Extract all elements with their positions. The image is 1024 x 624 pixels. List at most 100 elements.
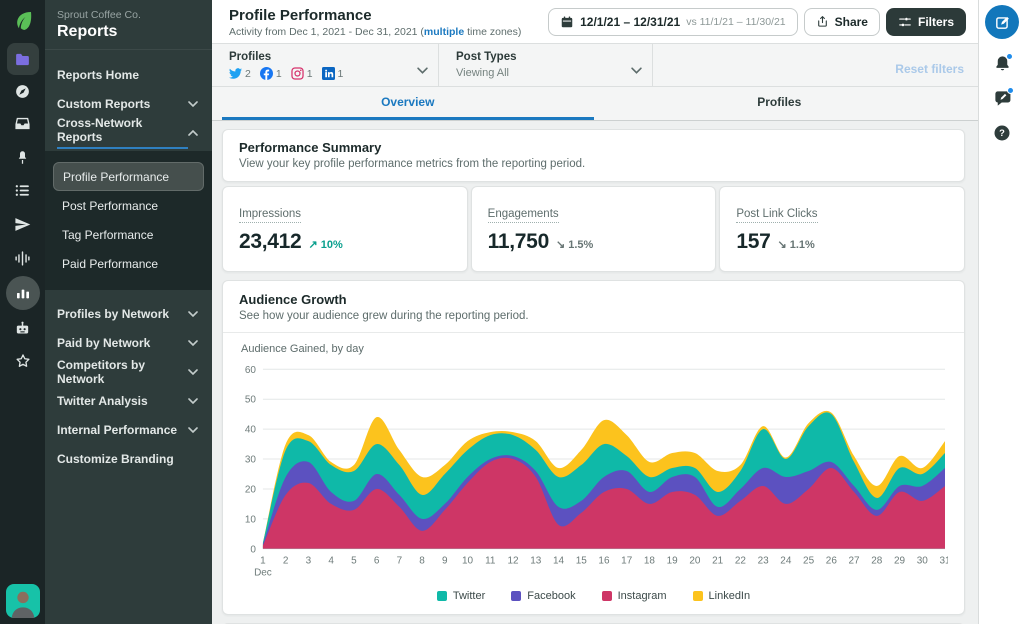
date-range-button[interactable]: 12/1/21 – 12/31/21 vs 11/1/21 – 11/30/21: [548, 7, 798, 36]
listening-waveform-icon[interactable]: [0, 243, 45, 273]
filters-button[interactable]: Filters: [885, 7, 966, 36]
sidebar-item-twitter-analysis[interactable]: Twitter Analysis: [45, 386, 212, 415]
svg-text:8: 8: [419, 556, 425, 567]
chart-legend: Twitter Facebook Instagram LinkedIn: [239, 590, 948, 602]
performance-summary-card: Performance Summary View your key profil…: [222, 129, 965, 182]
chevron-down-icon[interactable]: [631, 61, 642, 79]
svg-text:13: 13: [530, 556, 542, 567]
sidebar-item-paid-by-network[interactable]: Paid by Network: [45, 328, 212, 357]
metric-value: 157: [736, 230, 771, 253]
profiles-filter-dropdown[interactable]: Profiles 2 1 1 1: [212, 44, 439, 86]
audience-growth-title: Audience Growth: [239, 292, 347, 307]
help-question-icon[interactable]: ?: [979, 124, 1024, 142]
submenu-item-paid-performance[interactable]: Paid Performance: [53, 249, 204, 278]
svg-text:10: 10: [462, 556, 474, 567]
submenu-item-label: Profile Performance: [63, 169, 170, 184]
sidebar-item-reports-home[interactable]: Reports Home: [45, 60, 212, 89]
metric-change: ↘ 1.5%: [555, 239, 594, 251]
legend-item-instagram[interactable]: Instagram: [601, 590, 667, 602]
svg-text:2: 2: [283, 556, 289, 567]
subtitle-prefix: Activity from Dec 1, 2021 - Dec 31, 2021…: [229, 25, 424, 38]
svg-text:31: 31: [939, 556, 948, 567]
legend-label: Instagram: [617, 590, 667, 602]
utility-rail: ?: [978, 0, 1024, 624]
share-button[interactable]: Share: [803, 7, 880, 36]
chart-axis-title: Audience Gained, by day: [241, 343, 364, 355]
legend-swatch: [601, 591, 612, 601]
chevron-down-icon: [188, 339, 198, 346]
folder-icon-selected-bg: [6, 43, 39, 75]
svg-text:10: 10: [245, 514, 257, 525]
reports-icon-active-bg: [5, 276, 40, 310]
metric-label[interactable]: Post Link Clicks: [736, 208, 818, 223]
svg-text:23: 23: [758, 556, 770, 567]
facebook-icon: [259, 67, 273, 80]
notifications-bell-icon[interactable]: [979, 53, 1024, 73]
linkedin-profile-chip: 1: [321, 67, 343, 80]
metric-label[interactable]: Impressions: [239, 208, 301, 223]
bot-automation-icon[interactable]: [0, 313, 45, 343]
chevron-down-icon: [188, 368, 198, 375]
sidebar-item-cross-network-reports[interactable]: Cross-Network Reports: [45, 116, 212, 149]
metric-post-link-clicks: Post Link Clicks 157 ↘ 1.1%: [719, 186, 966, 272]
report-content: Performance Summary View your key profil…: [212, 121, 978, 624]
chevron-down-icon: [188, 100, 198, 107]
metric-change: ↘ 1.1%: [777, 239, 815, 251]
sidebar-item-profiles-by-network[interactable]: Profiles by Network: [45, 299, 212, 328]
sidebar-item-label: Paid by Network: [57, 335, 151, 350]
multiple-timezones-link[interactable]: multiple: [424, 26, 464, 38]
legend-item-facebook[interactable]: Facebook: [511, 590, 576, 602]
legend-swatch: [436, 591, 447, 601]
svg-text:24: 24: [780, 556, 792, 567]
legend-item-twitter[interactable]: Twitter: [436, 590, 485, 602]
audience-growth-svg: 01020304050601 2 3 4 5 6 7 8 9 10 11 12 13 14 15 16 17 18…: [245, 365, 951, 579]
pin-icon[interactable]: [0, 142, 45, 172]
svg-text:27: 27: [849, 556, 861, 567]
svg-text:50: 50: [245, 395, 257, 406]
share-button-label: Share: [834, 14, 868, 29]
plans-folder-icon[interactable]: [0, 43, 45, 75]
chevron-down-icon[interactable]: [417, 61, 428, 79]
svg-text:5: 5: [351, 556, 357, 567]
reports-bar-chart-icon[interactable]: [0, 275, 45, 311]
sidebar-item-custom-reports[interactable]: Custom Reports: [45, 89, 212, 118]
sprout-logo-icon[interactable]: [0, 0, 45, 42]
sidebar-item-competitors-by-network[interactable]: Competitors by Network: [45, 357, 212, 386]
page-subtitle: Activity from Dec 1, 2021 - Dec 31, 2021…: [229, 26, 542, 38]
metric-label[interactable]: Engagements: [487, 208, 559, 223]
svg-text:30: 30: [917, 556, 929, 567]
inbox-tray-icon[interactable]: [0, 108, 45, 138]
tab-overview[interactable]: Overview: [222, 87, 594, 120]
reports-sidebar: Sprout Coffee Co. Reports Reports Home C…: [45, 0, 212, 624]
date-range-value: 12/1/21 – 12/31/21: [580, 14, 681, 29]
svg-text:20: 20: [245, 484, 257, 495]
submenu-item-post-performance[interactable]: Post Performance: [53, 191, 204, 220]
reset-filters-button[interactable]: Reset filters: [895, 62, 964, 76]
metrics-row: Impressions 23,412 ↗ 10% Engagements 11,…: [222, 186, 966, 272]
smart-inbox-icon[interactable]: [0, 76, 45, 106]
svg-text:Dec: Dec: [254, 568, 272, 579]
page-title: Profile Performance: [229, 6, 372, 24]
publishing-paper-plane-icon[interactable]: [0, 209, 45, 239]
sidebar-header: Sprout Coffee Co. Reports: [45, 0, 212, 50]
instagram-profile-chip: 1: [291, 67, 313, 80]
feedback-message-icon[interactable]: [979, 87, 1024, 108]
sidebar-item-customize-branding[interactable]: Customize Branding: [45, 444, 212, 473]
reviews-star-icon[interactable]: [0, 346, 45, 376]
instagram-icon: [291, 67, 304, 80]
submenu-item-tag-performance[interactable]: Tag Performance: [53, 220, 204, 249]
post-types-filter-dropdown[interactable]: Post Types Viewing All: [439, 44, 653, 86]
legend-item-linkedin[interactable]: LinkedIn: [692, 590, 750, 602]
main-content: Profile Performance Activity from Dec 1,…: [212, 0, 978, 624]
calendar-icon: [560, 15, 574, 29]
user-avatar[interactable]: [6, 584, 40, 618]
date-compare-value: vs 11/1/21 – 11/30/21: [686, 15, 786, 28]
svg-text:1: 1: [260, 556, 266, 567]
post-types-filter-value: Viewing All: [456, 67, 509, 79]
chevron-up-icon: [188, 129, 198, 136]
feeds-list-icon[interactable]: [0, 175, 45, 205]
submenu-item-profile-performance[interactable]: Profile Performance: [53, 162, 204, 191]
sidebar-item-internal-performance[interactable]: Internal Performance: [45, 415, 212, 444]
compose-button[interactable]: [985, 5, 1019, 39]
tab-profiles[interactable]: Profiles: [594, 87, 966, 120]
